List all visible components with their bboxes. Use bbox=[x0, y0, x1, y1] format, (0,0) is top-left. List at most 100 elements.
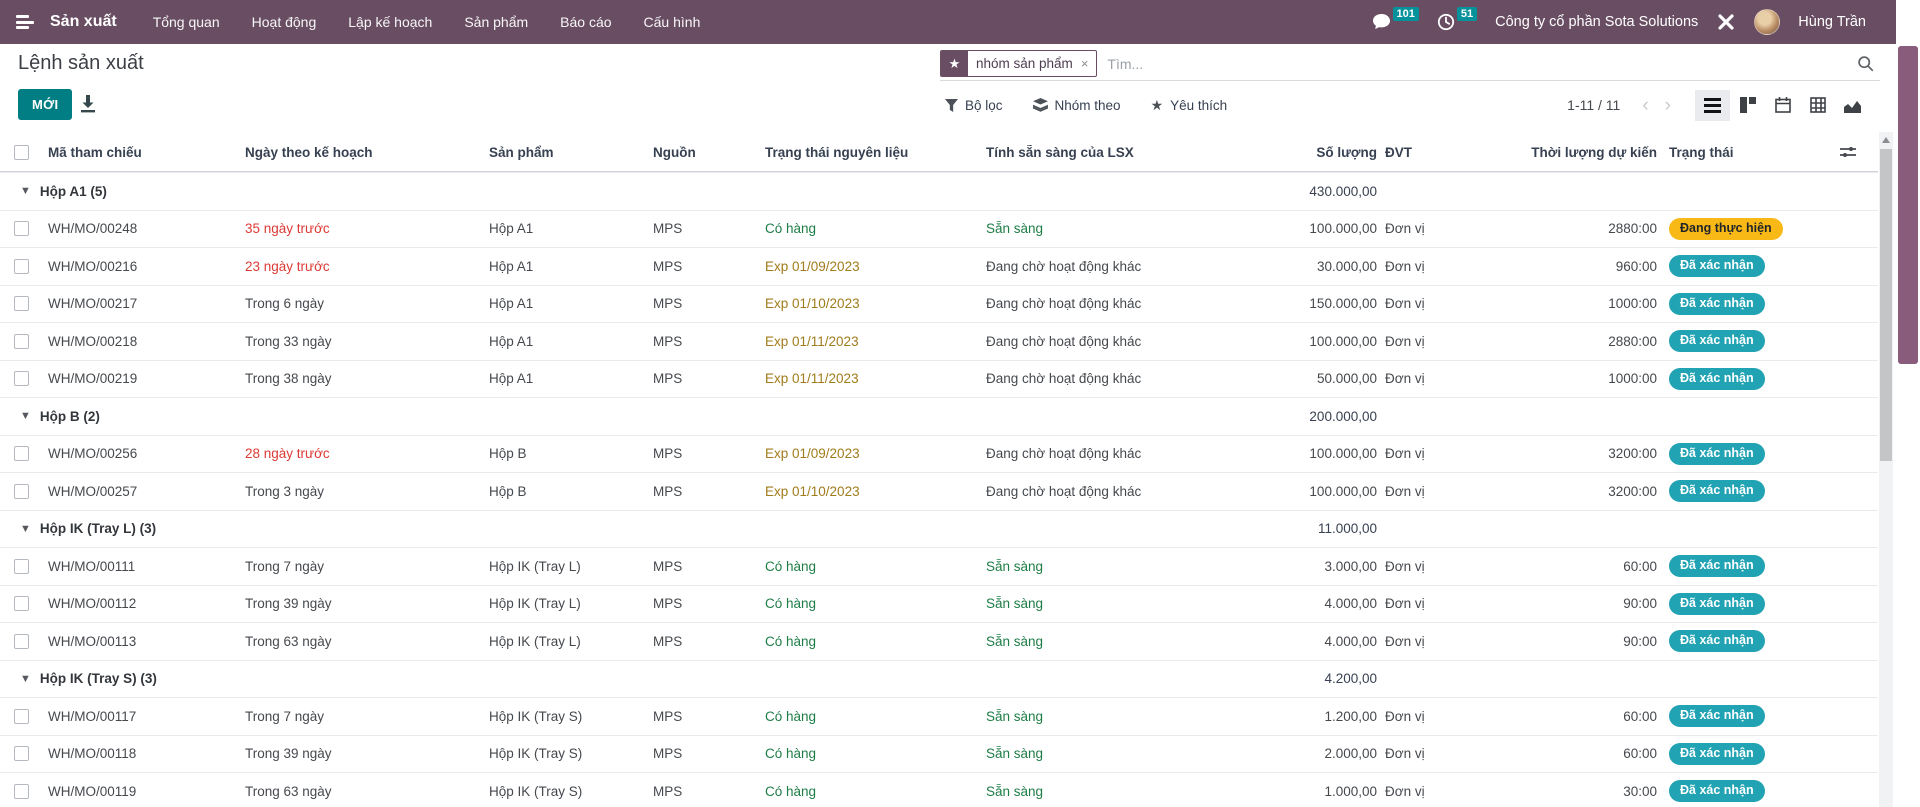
row-checkbox[interactable] bbox=[14, 446, 29, 461]
table-row[interactable]: WH/MO/00111Trong 7 ngàyHộp IK (Tray L)MP… bbox=[0, 547, 1878, 585]
window-scrollbar[interactable] bbox=[1896, 0, 1920, 807]
table-row[interactable]: WH/MO/00113Trong 63 ngàyHộp IK (Tray L)M… bbox=[0, 622, 1878, 660]
new-button[interactable]: MỚI bbox=[18, 89, 72, 120]
search-input[interactable] bbox=[1107, 56, 1857, 72]
cell-source: MPS bbox=[653, 296, 765, 311]
group-row[interactable]: ▼Hộp IK (Tray S) (3)4.200,00 bbox=[0, 660, 1878, 698]
chat-bubble-icon bbox=[1372, 13, 1391, 31]
cell-quantity: 3.000,00 bbox=[1256, 559, 1377, 574]
orders-list: Mã tham chiếu Ngày theo kế hoạch Sản phẩ… bbox=[0, 134, 1878, 807]
messages-button[interactable]: 101 bbox=[1372, 13, 1419, 31]
row-checkbox[interactable] bbox=[14, 221, 29, 236]
group-row[interactable]: ▼Hộp A1 (5)430.000,00 bbox=[0, 172, 1878, 210]
kanban-view-button[interactable] bbox=[1730, 90, 1765, 121]
table-row[interactable]: WH/MO/0021623 ngày trướcHộp A1MPSExp 01/… bbox=[0, 247, 1878, 285]
select-all-checkbox[interactable] bbox=[14, 145, 29, 160]
table-row[interactable]: WH/MO/0025628 ngày trướcHộp BMPSExp 01/0… bbox=[0, 435, 1878, 473]
row-checkbox[interactable] bbox=[14, 634, 29, 649]
cell-readiness: Sẵn sàng bbox=[986, 559, 1256, 574]
pager-previous-icon[interactable]: ‹ bbox=[1634, 96, 1656, 115]
group-row[interactable]: ▼Hộp IK (Tray L) (3)11.000,00 bbox=[0, 510, 1878, 548]
table-row[interactable]: WH/MO/00118Trong 39 ngàyHộp IK (Tray S)M… bbox=[0, 735, 1878, 773]
header-uom[interactable]: ĐVT bbox=[1377, 145, 1462, 160]
window-scrollbar-thumb[interactable] bbox=[1898, 46, 1918, 364]
menu-bao-cao[interactable]: Báo cáo bbox=[546, 2, 625, 42]
cell-material-status: Có hàng bbox=[765, 746, 986, 761]
row-checkbox[interactable] bbox=[14, 596, 29, 611]
facet-remove-icon[interactable]: × bbox=[1081, 56, 1097, 71]
table-row[interactable]: WH/MO/00218Trong 33 ngàyHộp A1MPSExp 01/… bbox=[0, 322, 1878, 360]
optional-columns-icon[interactable] bbox=[1840, 144, 1856, 160]
cell-reference: WH/MO/00112 bbox=[48, 596, 245, 611]
menu-lap-ke-hoach[interactable]: Lập kế hoạch bbox=[334, 2, 446, 42]
search-icon[interactable] bbox=[1857, 55, 1874, 72]
pager-next-icon[interactable]: › bbox=[1657, 96, 1679, 115]
debug-tools-icon[interactable] bbox=[1716, 12, 1736, 32]
row-checkbox[interactable] bbox=[14, 484, 29, 499]
table-row[interactable]: WH/MO/00112Trong 39 ngàyHộp IK (Tray L)M… bbox=[0, 585, 1878, 623]
table-row[interactable]: WH/MO/00117Trong 7 ngàyHộp IK (Tray S)MP… bbox=[0, 697, 1878, 735]
row-checkbox[interactable] bbox=[14, 296, 29, 311]
table-row[interactable]: WH/MO/00217Trong 6 ngàyHộp A1MPSExp 01/1… bbox=[0, 285, 1878, 323]
header-material-status[interactable]: Trạng thái nguyên liệu bbox=[765, 145, 986, 160]
pivot-view-button[interactable] bbox=[1800, 90, 1835, 121]
header-duration[interactable]: Thời lượng dự kiến bbox=[1462, 145, 1657, 160]
header-scheduled-date[interactable]: Ngày theo kế hoạch bbox=[245, 145, 489, 160]
cell-quantity: 100.000,00 bbox=[1256, 484, 1377, 499]
app-name[interactable]: Sản xuất bbox=[50, 13, 117, 31]
search-bar[interactable]: ★ nhóm sản phẩm × bbox=[940, 47, 1880, 81]
header-quantity[interactable]: Số lượng bbox=[1256, 145, 1377, 160]
groupby-button[interactable]: Nhóm theo bbox=[1033, 98, 1121, 113]
header-readiness[interactable]: Tính sẵn sàng của LSX bbox=[986, 145, 1256, 160]
caret-down-icon: ▼ bbox=[20, 410, 31, 422]
header-reference[interactable]: Mã tham chiếu bbox=[48, 145, 245, 160]
cell-reference: WH/MO/00256 bbox=[48, 446, 245, 461]
cell-readiness: Sẵn sàng bbox=[986, 221, 1256, 236]
cell-scheduled-date: Trong 39 ngày bbox=[245, 746, 489, 761]
cell-source: MPS bbox=[653, 634, 765, 649]
row-checkbox[interactable] bbox=[14, 746, 29, 761]
cell-material-status: Exp 01/11/2023 bbox=[765, 334, 986, 349]
row-checkbox[interactable] bbox=[14, 559, 29, 574]
calendar-view-button[interactable] bbox=[1765, 90, 1800, 121]
scroll-up-icon[interactable] bbox=[1882, 137, 1890, 143]
cell-scheduled-date: 23 ngày trước bbox=[245, 259, 489, 274]
activities-button[interactable]: 51 bbox=[1437, 13, 1477, 31]
header-product[interactable]: Sản phẩm bbox=[489, 145, 653, 160]
apps-menu-icon[interactable] bbox=[16, 15, 36, 29]
group-label: Hộp IK (Tray L) (3) bbox=[40, 521, 156, 536]
cell-readiness: Sẵn sàng bbox=[986, 746, 1256, 761]
row-checkbox[interactable] bbox=[14, 259, 29, 274]
list-view-button[interactable] bbox=[1695, 90, 1730, 121]
menu-hoat-dong[interactable]: Hoạt động bbox=[238, 2, 331, 42]
table-row[interactable]: WH/MO/00119Trong 63 ngàyHộp IK (Tray S)M… bbox=[0, 772, 1878, 807]
group-label: Hộp A1 (5) bbox=[40, 184, 107, 199]
filter-button[interactable]: Bộ lọc bbox=[945, 98, 1003, 113]
cell-quantity: 150.000,00 bbox=[1256, 296, 1377, 311]
menu-san-pham[interactable]: Sản phẩm bbox=[450, 2, 542, 42]
table-row[interactable]: WH/MO/0024835 ngày trướcHộp A1MPSCó hàng… bbox=[0, 210, 1878, 248]
list-scrollbar[interactable] bbox=[1879, 132, 1893, 807]
row-checkbox[interactable] bbox=[14, 784, 29, 799]
favorites-button[interactable]: ★ Yêu thích bbox=[1151, 97, 1228, 114]
list-scrollbar-thumb[interactable] bbox=[1880, 149, 1892, 461]
table-row[interactable]: WH/MO/00257Trong 3 ngàyHộp BMPSExp 01/10… bbox=[0, 472, 1878, 510]
table-row[interactable]: WH/MO/00219Trong 38 ngàyHộp A1MPSExp 01/… bbox=[0, 360, 1878, 398]
row-checkbox[interactable] bbox=[14, 371, 29, 386]
row-checkbox[interactable] bbox=[14, 709, 29, 724]
user-name[interactable]: Hùng Trần bbox=[1798, 14, 1866, 30]
export-download-icon[interactable] bbox=[80, 95, 96, 113]
graph-view-button[interactable] bbox=[1835, 90, 1870, 121]
star-icon: ★ bbox=[1151, 97, 1164, 114]
cell-reference: WH/MO/00117 bbox=[48, 709, 245, 724]
company-switcher[interactable]: Công ty cổ phần Sota Solutions bbox=[1495, 14, 1698, 30]
cell-material-status: Exp 01/09/2023 bbox=[765, 259, 986, 274]
row-checkbox[interactable] bbox=[14, 334, 29, 349]
favorite-star-icon: ★ bbox=[941, 50, 968, 77]
cell-duration: 1000:00 bbox=[1462, 296, 1657, 311]
user-avatar[interactable] bbox=[1754, 9, 1780, 35]
menu-cau-hinh[interactable]: Cấu hình bbox=[630, 2, 715, 42]
group-row[interactable]: ▼Hộp B (2)200.000,00 bbox=[0, 397, 1878, 435]
header-source[interactable]: Nguồn bbox=[653, 145, 765, 160]
menu-tong-quan[interactable]: Tổng quan bbox=[139, 2, 234, 42]
